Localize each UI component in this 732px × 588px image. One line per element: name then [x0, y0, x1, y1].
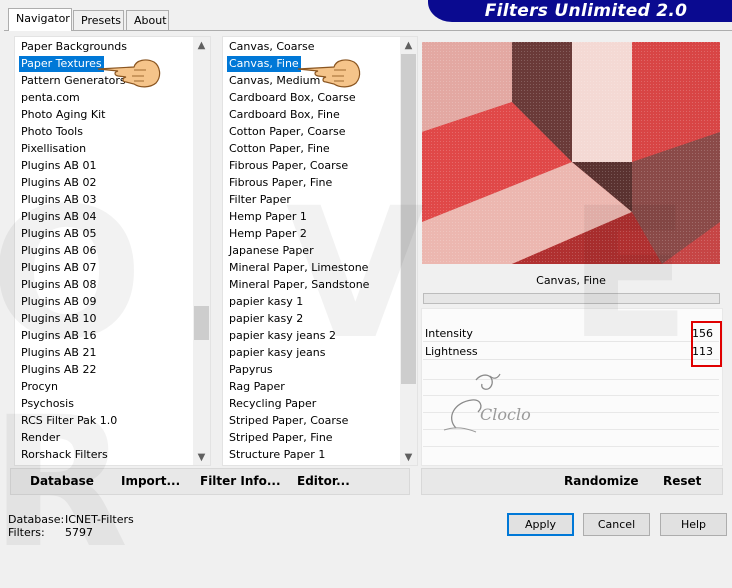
category-item[interactable]: Plugins AB 10 — [19, 311, 98, 327]
pointing-hand-icon — [297, 59, 361, 88]
status-label: Filters: — [8, 526, 45, 539]
filter-item[interactable]: Mineral Paper, Sandstone — [227, 277, 371, 293]
category-item[interactable]: Psychosis — [19, 396, 76, 412]
divider — [423, 446, 719, 447]
reset-button[interactable]: Reset — [663, 469, 701, 494]
highlight-box — [691, 321, 722, 367]
filter-item[interactable]: Structure Paper 1 — [227, 447, 327, 463]
filter-item[interactable]: Hemp Paper 2 — [227, 226, 309, 242]
apply-button[interactable]: Apply — [507, 513, 574, 536]
scroll-up-icon[interactable]: ▲ — [193, 37, 210, 54]
randomize-button[interactable]: Randomize — [564, 469, 638, 494]
category-item[interactable]: Photo Tools — [19, 124, 85, 140]
category-item[interactable]: Rorshack Filters — [19, 447, 110, 463]
category-item[interactable]: Plugins AB 04 — [19, 209, 98, 225]
status-value: 5797 — [65, 526, 93, 539]
logo-text: Cloclo — [480, 405, 531, 424]
category-item[interactable]: Photo Aging Kit — [19, 107, 107, 123]
editor-button[interactable]: Editor... — [297, 469, 350, 494]
tab-presets[interactable]: Presets — [73, 10, 124, 30]
filter-item[interactable]: Recycling Paper — [227, 396, 318, 412]
category-scrollbar[interactable]: ▲ ▼ — [193, 37, 210, 465]
filter-item[interactable]: Striped Paper, Coarse — [227, 413, 350, 429]
category-item[interactable]: Plugins AB 05 — [19, 226, 98, 242]
filter-scrollbar[interactable]: ▲ ▼ — [400, 37, 417, 465]
filter-item[interactable]: Papyrus — [227, 362, 275, 378]
param-intensity[interactable]: Intensity 156 — [423, 325, 719, 342]
database-button[interactable]: Database — [30, 469, 94, 494]
param-label: Intensity — [425, 327, 473, 340]
filter-item[interactable]: Japanese Paper — [227, 243, 316, 259]
filter-item[interactable]: Cotton Paper, Fine — [227, 141, 332, 157]
status-label: Database: — [8, 513, 65, 526]
status-value: ICNET-Filters — [65, 513, 134, 526]
filter-item[interactable]: Mineral Paper, Limestone — [227, 260, 370, 276]
category-item[interactable]: RCS Filter Pak 1.0 — [19, 413, 119, 429]
category-item[interactable]: Plugins AB 22 — [19, 362, 98, 378]
cancel-button[interactable]: Cancel — [583, 513, 650, 536]
filter-item[interactable]: Cardboard Box, Coarse — [227, 90, 358, 106]
progress-bar — [423, 293, 720, 304]
status-filters: Filters: 5797 — [8, 526, 93, 539]
selected-filter-name: Canvas, Fine — [422, 270, 720, 292]
filter-item[interactable]: Cardboard Box, Fine — [227, 107, 342, 123]
filter-item[interactable]: Filter Paper — [227, 192, 293, 208]
filter-item[interactable]: Rag Paper — [227, 379, 287, 395]
filter-item[interactable]: Canvas, Coarse — [227, 39, 317, 55]
category-list[interactable]: ▲ ▼ Paper Backgrounds Paper Textures Patte… — [14, 36, 211, 466]
filter-item[interactable]: papier kasy jeans 2 — [227, 328, 338, 344]
scroll-up-icon[interactable]: ▲ — [400, 37, 417, 54]
cloclo-logo: Cloclo — [443, 373, 531, 433]
category-item[interactable]: Plugins AB 08 — [19, 277, 98, 293]
import-button[interactable]: Import... — [121, 469, 180, 494]
category-item[interactable]: Paper Textures — [19, 56, 104, 72]
scroll-down-icon[interactable]: ▼ — [400, 449, 417, 465]
scroll-thumb[interactable] — [194, 306, 209, 340]
category-item[interactable]: Plugins AB 07 — [19, 260, 98, 276]
category-item[interactable]: Plugins AB 02 — [19, 175, 98, 191]
banner-title: Filters Unlimited 2.0 — [484, 1, 688, 21]
status-database: Database: ICNET-Filters — [8, 513, 134, 526]
filter-item[interactable]: Hemp Paper 1 — [227, 209, 309, 225]
category-item[interactable]: Plugins AB 21 — [19, 345, 98, 361]
category-item[interactable]: penta.com — [19, 90, 82, 106]
category-item[interactable]: Paper Backgrounds — [19, 39, 129, 55]
category-item[interactable]: Pixellisation — [19, 141, 88, 157]
category-item[interactable]: Plugins AB 09 — [19, 294, 98, 310]
category-item[interactable]: Plugins AB 03 — [19, 192, 98, 208]
category-item[interactable]: Procyn — [19, 379, 60, 395]
category-item[interactable]: Render — [19, 430, 62, 446]
category-item[interactable]: Plugins AB 16 — [19, 328, 98, 344]
filter-item[interactable]: Striped Paper, Fine — [227, 430, 335, 446]
param-label: Lightness — [425, 345, 478, 358]
filter-item[interactable]: Canvas, Fine — [227, 56, 301, 72]
preview-image — [422, 42, 720, 264]
pointing-hand-icon — [97, 59, 161, 88]
scroll-thumb[interactable] — [401, 54, 416, 384]
filter-info-button[interactable]: Filter Info... — [200, 469, 281, 494]
help-button[interactable]: Help — [660, 513, 727, 536]
param-lightness[interactable]: Lightness 113 — [423, 343, 719, 360]
filter-item[interactable]: Fibrous Paper, Coarse — [227, 158, 350, 174]
filter-item[interactable]: Cotton Paper, Coarse — [227, 124, 348, 140]
tab-about[interactable]: About — [126, 10, 169, 30]
filter-item[interactable]: papier kasy 1 — [227, 294, 305, 310]
category-item[interactable]: Plugins AB 06 — [19, 243, 98, 259]
filter-item[interactable]: Fibrous Paper, Fine — [227, 175, 334, 191]
category-item[interactable]: Plugins AB 01 — [19, 158, 98, 174]
filter-item[interactable]: papier kasy 2 — [227, 311, 305, 327]
scroll-down-icon[interactable]: ▼ — [193, 449, 210, 465]
filter-list[interactable]: ▲ ▼ Canvas, Coarse Canvas, Fine Canvas, Me… — [222, 36, 418, 466]
tab-strip-line — [4, 30, 732, 31]
tab-navigator[interactable]: Navigator — [8, 8, 72, 31]
filter-item[interactable]: papier kasy jeans — [227, 345, 327, 361]
